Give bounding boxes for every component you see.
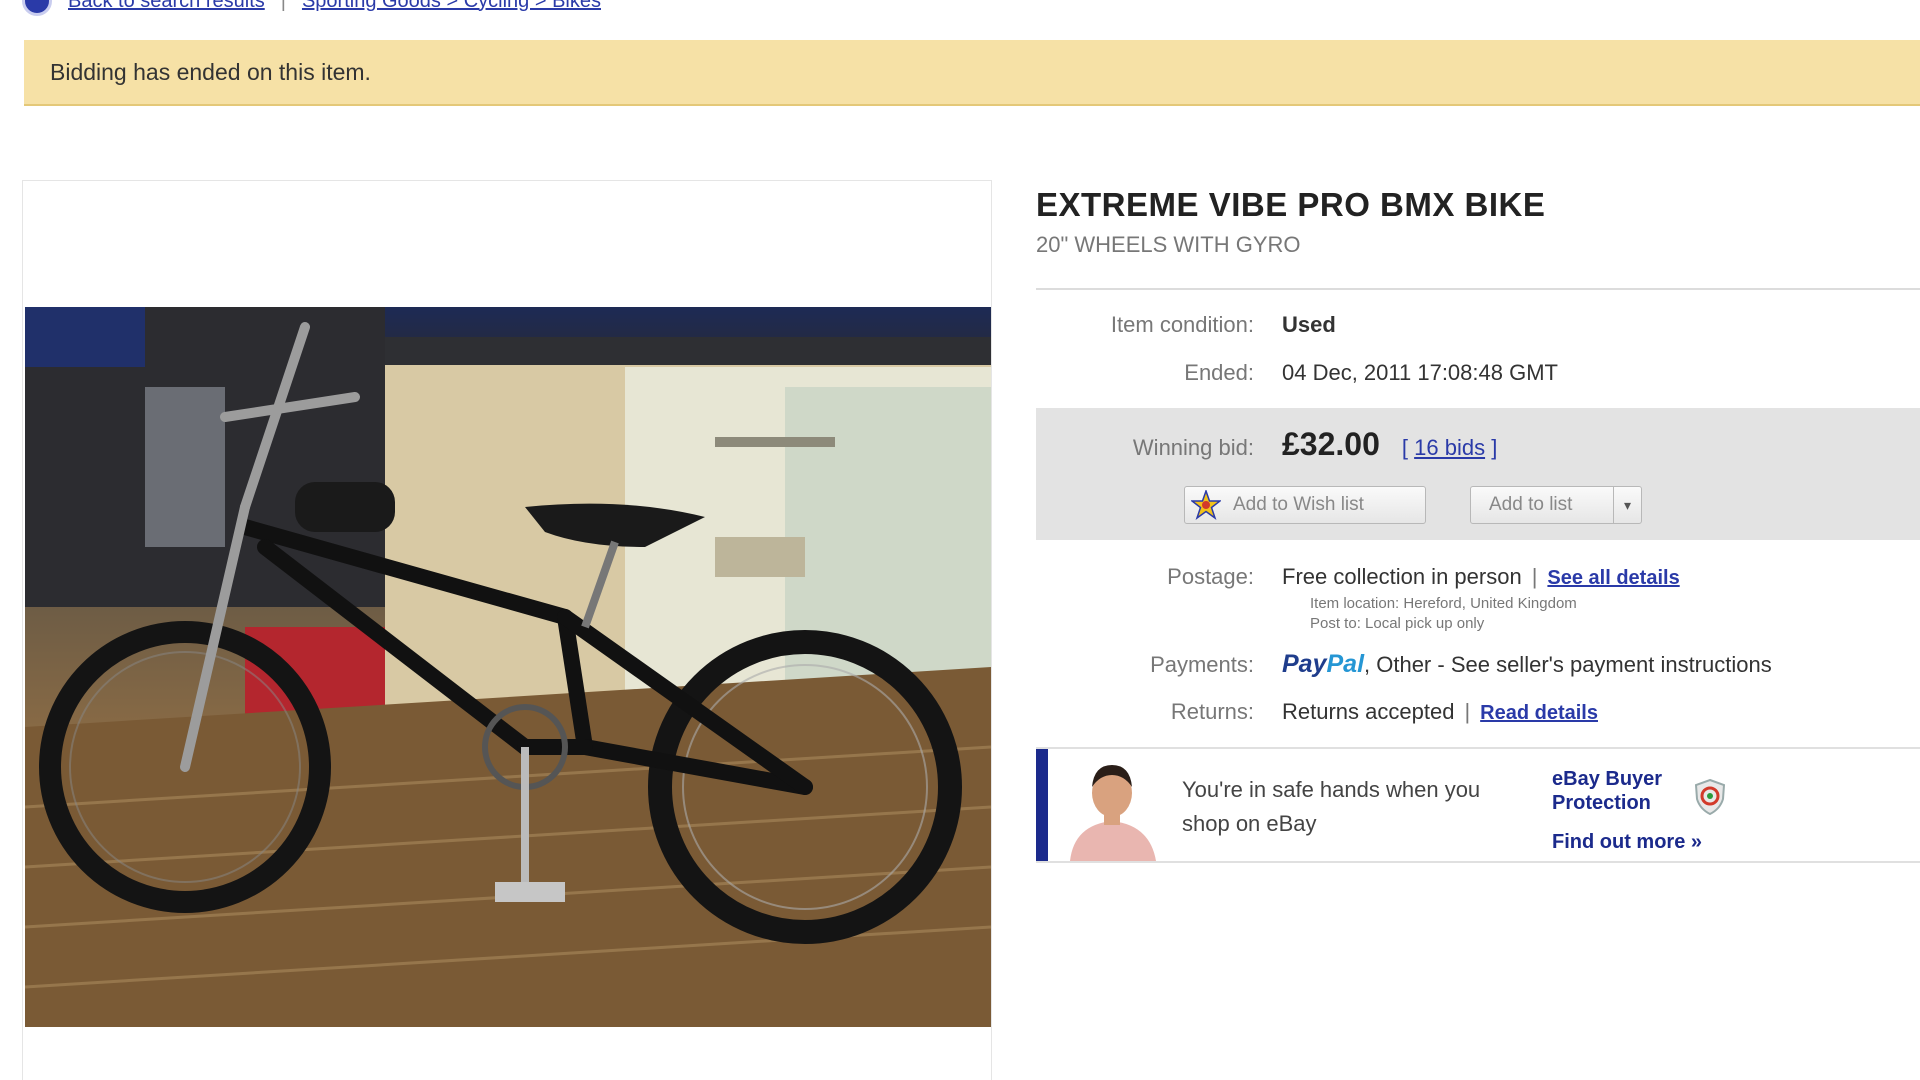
add-to-list-button[interactable]: Add to list ▾	[1470, 486, 1642, 524]
bidding-ended-banner: Bidding has ended on this item.	[24, 40, 1920, 106]
payments-value: , Other - See seller's payment instructi…	[1364, 652, 1772, 677]
item-image-panel	[22, 180, 992, 1080]
postage-label: Postage:	[1167, 564, 1254, 589]
returns-label: Returns:	[1170, 699, 1254, 724]
ended-value: 04 Dec, 2011 17:08:48 GMT	[1282, 360, 1558, 385]
item-location: Item location: Hereford, United Kingdom	[1310, 595, 1577, 612]
post-to: Post to: Local pick up only	[1310, 615, 1485, 632]
payments-label: Payments:	[1150, 652, 1254, 677]
winning-bid-box: Winning bid: £32.00 [ 16 bids ] Add to W…	[1036, 408, 1920, 540]
payments-row: Payments: PayPal , Other - See seller's …	[1036, 650, 1920, 679]
shield-icon	[1694, 778, 1726, 816]
item-subtitle: 20" WHEELS WITH GYRO	[1036, 232, 1301, 257]
returns-separator: |	[1464, 699, 1471, 724]
returns-value: Returns accepted	[1282, 699, 1455, 724]
ended-label: Ended:	[1184, 360, 1254, 385]
add-to-wish-list-button[interactable]: Add to Wish list	[1184, 486, 1426, 524]
condition-value: Used	[1282, 312, 1336, 337]
find-out-more-link[interactable]: Find out more »	[1552, 831, 1702, 854]
avatar	[1060, 753, 1164, 861]
returns-row: Returns: Returns accepted | Read details	[1036, 699, 1920, 725]
protection-accent-bar	[1036, 749, 1048, 861]
item-photo[interactable]	[25, 307, 991, 1027]
winning-bid-label: Winning bid:	[1132, 435, 1254, 460]
item-title: EXTREME VIBE PRO BMX BIKE	[1036, 186, 1546, 223]
winning-bid-price: £32.00	[1282, 426, 1380, 462]
banner-text: Bidding has ended on this item.	[50, 58, 371, 85]
winning-bid-row: Winning bid: £32.00 [ 16 bids ]	[1036, 426, 1497, 463]
condition-label: Item condition:	[1110, 312, 1254, 337]
back-arrow-icon[interactable]	[22, 0, 52, 16]
postage-info: Item location: Hereford, United Kingdom …	[1310, 594, 1920, 634]
bid-count-close: ]	[1491, 435, 1498, 460]
add-to-list-label: Add to list	[1489, 494, 1573, 515]
postage-value: Free collection in person	[1282, 564, 1522, 589]
item-details: EXTREME VIBE PRO BMX BIKE 20" WHEELS WIT…	[1036, 180, 1920, 863]
see-all-details-link[interactable]: See all details	[1547, 567, 1679, 590]
postage-separator: |	[1531, 564, 1538, 589]
ended-row: Ended: 04 Dec, 2011 17:08:48 GMT	[1036, 360, 1920, 386]
details-divider	[1036, 288, 1920, 290]
paypal-logo: PayPal	[1282, 650, 1364, 679]
bmx-bike-photo	[25, 307, 991, 1027]
chevron-down-icon[interactable]: ▾	[1613, 487, 1641, 523]
top-navigation: Back to search results | Sporting Goods …	[22, 0, 601, 16]
protection-text: You're in safe hands when you shop on eB…	[1182, 777, 1481, 836]
bid-count: [ 16 bids ]	[1402, 435, 1497, 461]
wish-list-label: Add to Wish list	[1233, 494, 1364, 515]
read-details-link[interactable]: Read details	[1480, 702, 1598, 725]
paypal-logo-pal: Pal	[1326, 650, 1365, 678]
paypal-logo-pay: Pay	[1282, 650, 1327, 678]
bid-history-link[interactable]: 16 bids	[1414, 435, 1485, 460]
back-to-search-link[interactable]: Back to search results	[68, 0, 265, 13]
wish-list-star-icon	[1189, 488, 1223, 520]
category-breadcrumb[interactable]: Sporting Goods > Cycling > Bikes	[302, 0, 601, 13]
nav-separator: |	[280, 0, 286, 12]
postage-row: Postage: Free collection in person | See…	[1036, 564, 1920, 590]
condition-row: Item condition: Used	[1036, 312, 1920, 338]
item-page: Back to search results | Sporting Goods …	[0, 0, 1920, 1080]
buyer-protection-banner: You're in safe hands when you shop on eB…	[1036, 747, 1920, 863]
bid-count-open: [	[1401, 435, 1408, 460]
